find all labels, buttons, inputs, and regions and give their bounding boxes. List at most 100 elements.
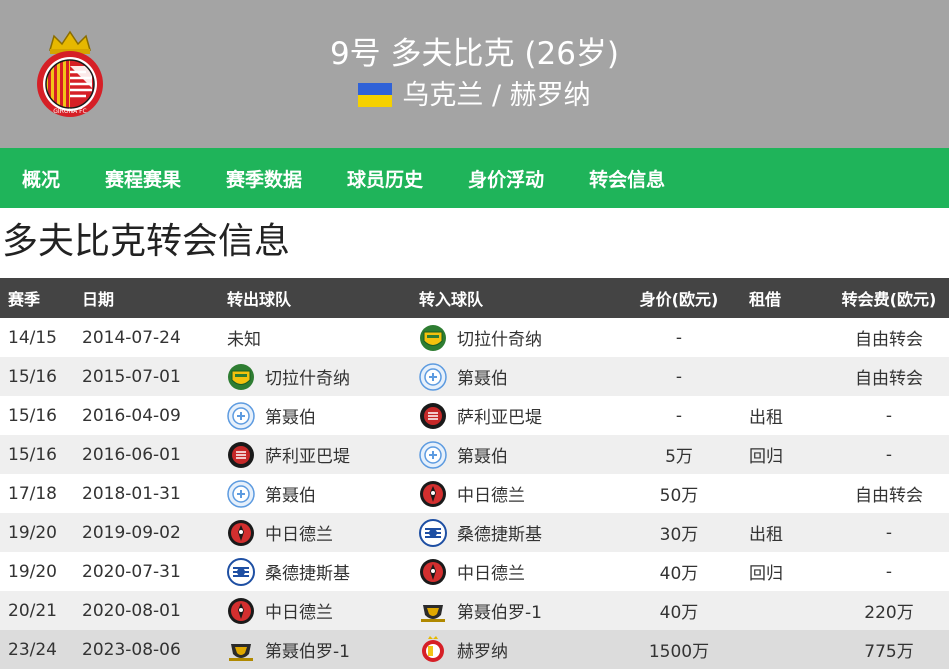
cell-from-team-text[interactable]: 切拉什奇纳	[265, 364, 350, 389]
cell-to-team: 萨利亚巴堤	[419, 396, 609, 435]
cell-season: 17/18	[8, 483, 57, 504]
cell-to-team-text[interactable]: 中日德兰	[457, 559, 525, 584]
cell-fee: 自由转会	[855, 330, 923, 350]
cell-fee: -	[885, 444, 893, 465]
cell-date: 2023-08-06	[82, 639, 181, 660]
cell-date: 2020-08-01	[82, 600, 181, 621]
table-row: 14/15 2014-07-24 未知 切拉什奇纳 - 自由转会	[0, 318, 949, 357]
cell-value: 1500万	[648, 642, 710, 662]
table-row: 20/21 2020-08-01 中日德兰 第聂伯罗-1 40万 220万	[0, 591, 949, 630]
col-loan: 租借	[749, 290, 782, 309]
cell-fee: -	[885, 561, 893, 582]
cell-value: -	[675, 327, 683, 348]
tab-market-value[interactable]: 身价浮动	[468, 165, 544, 192]
cell-to-team-text[interactable]: 中日德兰	[457, 481, 525, 506]
cell-to-team-text[interactable]: 第聂伯罗-1	[457, 598, 542, 623]
cell-from-team-text[interactable]: 中日德兰	[265, 520, 333, 545]
cell-to-team: 切拉什奇纳	[419, 318, 609, 357]
cell-from-team-text[interactable]: 第聂伯	[265, 481, 316, 506]
col-to: 转入球队	[419, 290, 484, 309]
dnipro-crest-icon	[227, 401, 255, 430]
cell-fee: 自由转会	[855, 486, 923, 506]
dnipro-crest-icon	[419, 362, 447, 391]
tab-season-stats[interactable]: 赛季数据	[226, 165, 302, 192]
cell-loan	[749, 474, 829, 513]
cell-from-team-text[interactable]: 桑德捷斯基	[265, 559, 350, 584]
sonderjyske-crest-icon	[419, 518, 447, 547]
col-season: 赛季	[8, 290, 41, 309]
cell-date: 2016-06-01	[82, 444, 181, 465]
cell-value: 40万	[659, 564, 699, 584]
table-row: 15/16 2016-04-09 第聂伯 萨利亚巴堤 - 出租 -	[0, 396, 949, 435]
cell-from-team-text[interactable]: 萨利亚巴堤	[265, 442, 350, 467]
cell-from-team: 中日德兰	[227, 591, 419, 630]
cell-season: 19/20	[8, 561, 57, 582]
table-row: 19/20 2020-07-31 桑德捷斯基 中日德兰 40万 回归 -	[0, 552, 949, 591]
transfer-table: 赛季 日期 转出球队 转入球队 身价(欧元) 租借 转会费(欧元) 14/15 2…	[0, 278, 949, 669]
section-title: 多夫比克转会信息	[2, 221, 291, 262]
cell-to-team: 第聂伯罗-1	[419, 591, 609, 630]
cell-season: 15/16	[8, 444, 57, 465]
midtjylland-crest-icon	[420, 480, 446, 507]
col-from: 转出球队	[227, 290, 292, 309]
player-title: 9号 多夫比克 (26岁)	[329, 36, 620, 72]
cell-date: 2016-04-09	[82, 405, 181, 426]
cell-to-team-text[interactable]: 第聂伯	[457, 442, 508, 467]
tab-player-history[interactable]: 球员历史	[347, 165, 423, 192]
cell-value: 30万	[659, 525, 699, 545]
cell-fee: -	[885, 522, 893, 543]
table-row: 17/18 2018-01-31 第聂伯 中日德兰 50万 自由转会	[0, 474, 949, 513]
cell-from-team: 未知	[227, 318, 419, 357]
cell-loan: 出租	[749, 408, 783, 428]
cell-from-team: 切拉什奇纳	[227, 357, 419, 396]
cell-date: 2018-01-31	[82, 483, 181, 504]
cell-season: 15/16	[8, 405, 57, 426]
cell-from-team-text[interactable]: 第聂伯罗-1	[265, 637, 350, 662]
cell-date: 2020-07-31	[82, 561, 181, 582]
cell-from-team: 桑德捷斯基	[227, 552, 419, 591]
sarpsborg-crest-icon	[228, 441, 254, 468]
cell-to-team-text[interactable]: 赫罗纳	[457, 637, 508, 662]
cell-from-team-text[interactable]: 未知	[227, 325, 261, 350]
tab-fixtures[interactable]: 赛程赛果	[105, 165, 181, 192]
cell-fee: 220万	[864, 603, 914, 623]
cell-fee: 自由转会	[855, 369, 923, 389]
player-nationality: 乌克兰 / 赫罗纳	[0, 79, 949, 113]
cell-season: 14/15	[8, 327, 57, 348]
cell-from-team-text[interactable]: 第聂伯	[265, 403, 316, 428]
tab-overview[interactable]: 概况	[22, 165, 60, 192]
cell-loan	[749, 318, 829, 357]
cell-season: 15/16	[8, 366, 57, 387]
tab-transfers[interactable]: 转会信息	[589, 165, 665, 192]
cell-from-team-text[interactable]: 中日德兰	[265, 598, 333, 623]
dnipro-crest-icon	[227, 479, 255, 508]
cell-season: 23/24	[8, 639, 57, 660]
col-date: 日期	[82, 290, 115, 309]
cell-from-team: 第聂伯	[227, 474, 419, 513]
cell-to-team-text[interactable]: 桑德捷斯基	[457, 520, 542, 545]
cell-date: 2014-07-24	[82, 327, 181, 348]
midtjylland-crest-icon	[420, 558, 446, 585]
cell-to-team-text[interactable]: 切拉什奇纳	[457, 325, 542, 350]
table-row: 15/16 2015-07-01 切拉什奇纳 第聂伯 - 自由转会	[0, 357, 949, 396]
dnipro1-crest-icon	[229, 643, 253, 661]
cell-to-team: 中日德兰	[419, 552, 609, 591]
cell-value: -	[675, 405, 683, 426]
cell-from-team: 第聂伯	[227, 396, 419, 435]
cell-date: 2019-09-02	[82, 522, 181, 543]
cell-fee: -	[885, 405, 893, 426]
cell-loan	[749, 591, 829, 630]
cell-from-team: 中日德兰	[227, 513, 419, 552]
cherkashchyna-crest-icon	[420, 324, 446, 351]
table-row: 23/24 2023-08-06 第聂伯罗-1 赫罗纳 1500万 775万	[0, 630, 949, 669]
cell-to-team-text[interactable]: 萨利亚巴堤	[457, 403, 542, 428]
cell-to-team: 赫罗纳	[419, 630, 609, 669]
cell-date: 2015-07-01	[82, 366, 181, 387]
nav-bar: 概况 赛程赛果 赛季数据 球员历史 身价浮动 转会信息	[0, 148, 949, 208]
midtjylland-crest-icon	[228, 519, 254, 546]
col-fee: 转会费(欧元)	[841, 290, 937, 309]
dnipro1-crest-icon	[421, 604, 445, 622]
sarpsborg-crest-icon	[420, 402, 446, 429]
nationality-text: 乌克兰 / 赫罗纳	[402, 80, 591, 111]
cell-to-team-text[interactable]: 第聂伯	[457, 364, 508, 389]
